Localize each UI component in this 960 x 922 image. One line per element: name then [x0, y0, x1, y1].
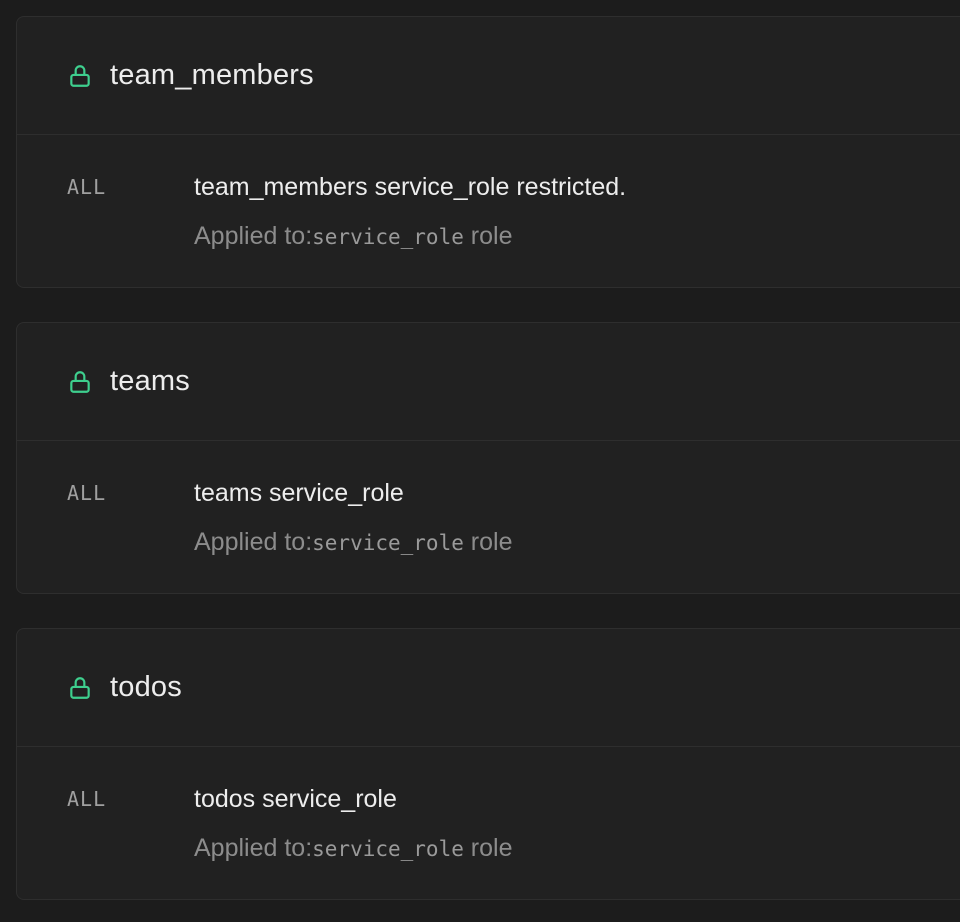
table-card-team-members: team_members ALL team_members service_ro…	[16, 16, 960, 288]
policy-role: service_role	[312, 531, 464, 555]
table-header: teams	[17, 323, 960, 441]
applied-prefix: Applied to:	[194, 528, 313, 556]
role-suffix: role	[463, 528, 513, 556]
policy-command: ALL	[67, 175, 107, 199]
table-card-teams: teams ALL teams service_role Applied to:…	[16, 322, 960, 594]
policy-role: service_role	[312, 225, 464, 249]
policy-applied-to: Applied to:service_role role	[194, 222, 513, 251]
policy-applied-to: Applied to:service_role role	[194, 834, 513, 863]
policy-command: ALL	[67, 787, 107, 811]
lock-icon	[67, 675, 93, 701]
table-name: teams	[110, 365, 190, 397]
table-header: team_members	[17, 17, 960, 135]
lock-icon	[67, 369, 93, 395]
policy-applied-to: Applied to:service_role role	[194, 528, 513, 557]
applied-prefix: Applied to:	[194, 834, 313, 862]
table-header: todos	[17, 629, 960, 747]
table-card-todos: todos ALL todos service_role Applied to:…	[16, 628, 960, 900]
policy-row[interactable]: ALL teams service_role Applied to:servic…	[17, 441, 960, 593]
policy-row[interactable]: ALL todos service_role Applied to:servic…	[17, 747, 960, 899]
role-suffix: role	[463, 834, 513, 862]
policy-name: todos service_role	[194, 785, 397, 813]
policy-name: teams service_role	[194, 479, 404, 507]
table-name: todos	[110, 671, 182, 703]
lock-icon	[67, 63, 93, 89]
role-suffix: role	[463, 222, 513, 250]
policy-role: service_role	[312, 837, 464, 861]
policy-row[interactable]: ALL team_members service_role restricted…	[17, 135, 960, 287]
applied-prefix: Applied to:	[194, 222, 313, 250]
policy-name: team_members service_role restricted.	[194, 173, 627, 201]
policy-table-list: team_members ALL team_members service_ro…	[0, 0, 960, 922]
policy-command: ALL	[67, 481, 107, 505]
table-name: team_members	[110, 59, 314, 91]
